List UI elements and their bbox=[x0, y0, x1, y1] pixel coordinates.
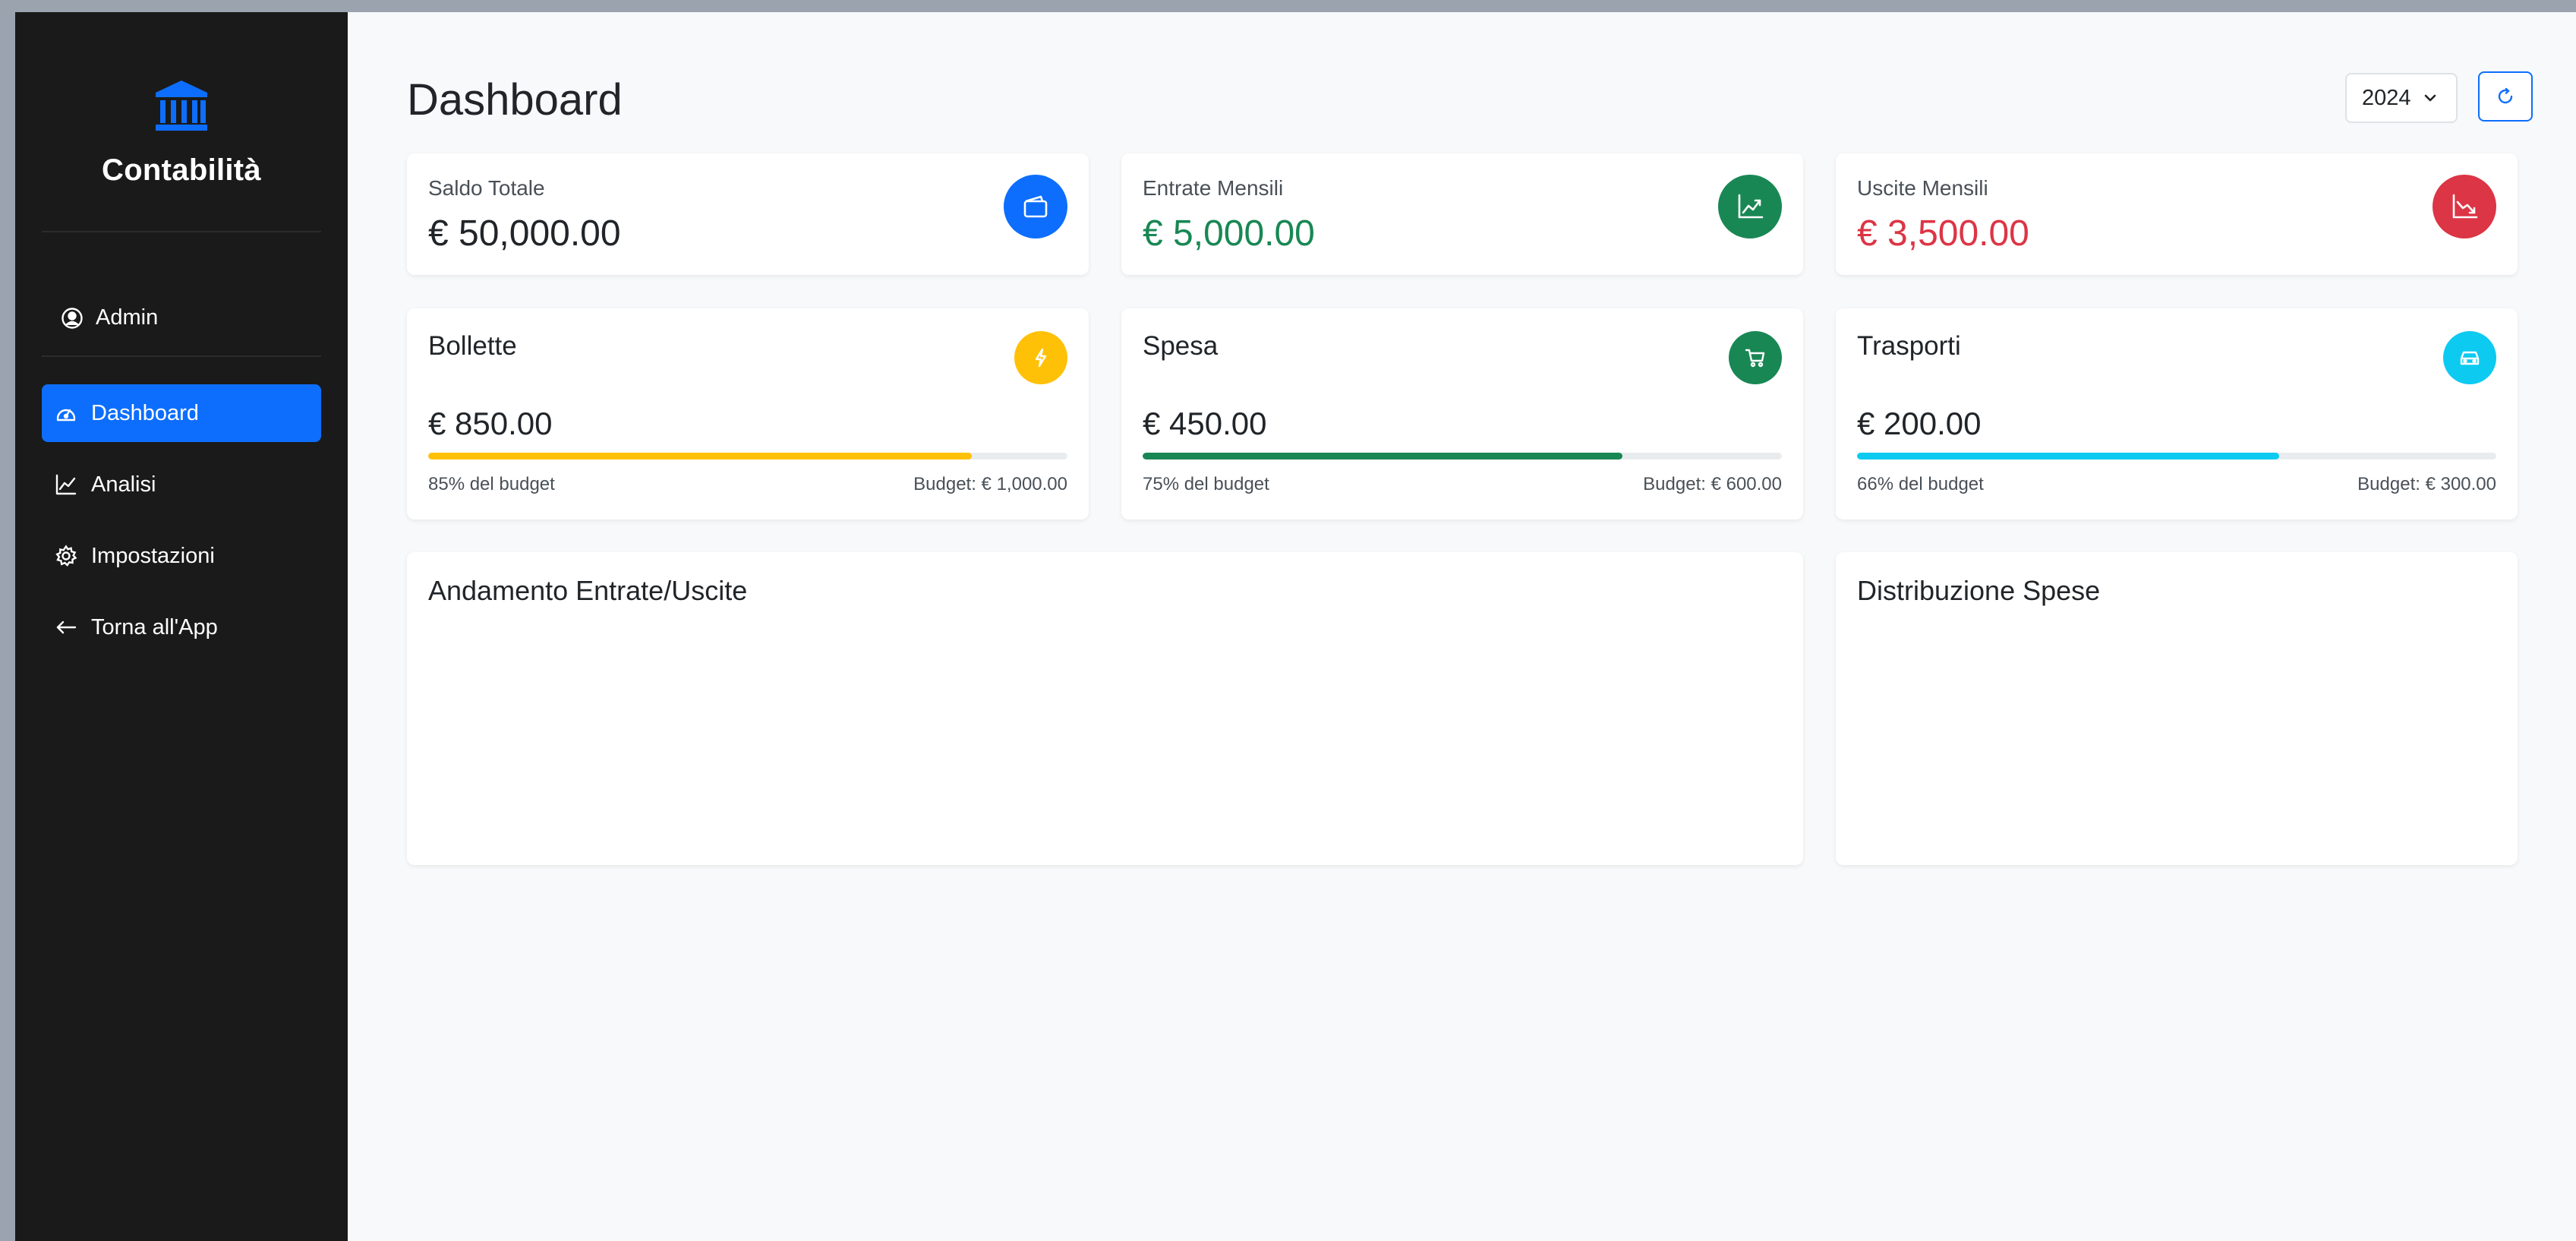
budget-title: Bollette bbox=[428, 331, 517, 361]
user-profile[interactable]: Admin bbox=[61, 305, 158, 330]
refresh-icon bbox=[2498, 87, 2513, 104]
trending-down-icon bbox=[2433, 175, 2496, 238]
budget-limit: Budget: € 600.00 bbox=[1643, 474, 1782, 494]
chart-card-distribution: Distribuzione Spese bbox=[1836, 552, 2518, 865]
sidebar-item-label: Dashboard bbox=[91, 400, 199, 425]
car-icon bbox=[2443, 331, 2496, 384]
refresh-button[interactable] bbox=[2478, 71, 2533, 122]
chart-card-trend: Andamento Entrate/Uscite bbox=[407, 552, 1803, 865]
budget-card-bollette: Bollette € 850.00 85% del budget Budget:… bbox=[407, 308, 1089, 519]
budget-progress bbox=[1857, 453, 2496, 459]
sidebar-item-dashboard[interactable]: Dashboard bbox=[42, 384, 321, 442]
budget-title: Spesa bbox=[1143, 331, 1219, 361]
budget-limit: Budget: € 1,000.00 bbox=[913, 474, 1067, 494]
budget-progress bbox=[428, 453, 1067, 459]
budget-progress-fill bbox=[1857, 453, 2279, 459]
sidebar-item-label: Torna all'App bbox=[91, 614, 218, 639]
budget-percent: 75% del budget bbox=[1143, 474, 1269, 494]
user-name: Admin bbox=[96, 305, 159, 330]
line-chart-icon bbox=[55, 474, 77, 495]
budget-amount: € 450.00 bbox=[1143, 406, 1267, 441]
stat-value: € 5,000.00 bbox=[1143, 213, 1315, 254]
sidebar-item-label: Analisi bbox=[91, 472, 156, 497]
budget-card-spesa: Spesa € 450.00 75% del budget Budget: € … bbox=[1121, 308, 1803, 519]
sidebar-item-impostazioni[interactable]: Impostazioni bbox=[42, 527, 321, 585]
budget-amount: € 850.00 bbox=[428, 406, 553, 441]
stat-label: Saldo Totale bbox=[428, 176, 545, 200]
year-select[interactable]: 2024 bbox=[2345, 73, 2458, 123]
brand: Contabilità bbox=[15, 77, 348, 188]
gear-icon bbox=[55, 545, 77, 567]
stat-label: Uscite Mensili bbox=[1857, 176, 1988, 200]
user-circle-icon bbox=[61, 307, 83, 329]
cart-icon bbox=[1729, 331, 1782, 384]
wallet-icon bbox=[1004, 175, 1067, 238]
budget-title: Trasporti bbox=[1857, 331, 1961, 361]
stat-card-uscite: Uscite Mensili € 3,500.00 bbox=[1836, 153, 2518, 275]
sidebar-item-torna-app[interactable]: Torna all'App bbox=[42, 598, 321, 656]
app-window: Contabilità Admin Dashboard Analisi Impo… bbox=[15, 12, 2576, 1241]
sidebar-divider bbox=[42, 231, 321, 232]
chevron-down-icon bbox=[2424, 94, 2436, 102]
budget-progress-fill bbox=[1143, 453, 1622, 459]
sidebar-item-analisi[interactable]: Analisi bbox=[42, 456, 321, 513]
budget-card-trasporti: Trasporti € 200.00 66% del budget Budget… bbox=[1836, 308, 2518, 519]
stat-value: € 3,500.00 bbox=[1857, 213, 2029, 254]
main-content: Dashboard 2024 Saldo Totale € 50,000.00 bbox=[348, 12, 2576, 1241]
sidebar: Contabilità Admin Dashboard Analisi Impo… bbox=[15, 12, 348, 1241]
stat-label: Entrate Mensili bbox=[1143, 176, 1284, 200]
trending-up-icon bbox=[1718, 175, 1782, 238]
lightning-icon bbox=[1014, 331, 1067, 384]
brand-title: Contabilità bbox=[102, 153, 261, 187]
budget-limit: Budget: € 300.00 bbox=[2357, 474, 2496, 494]
sidebar-nav: Dashboard Analisi Impostazioni Torna all… bbox=[42, 384, 321, 670]
stat-card-saldo: Saldo Totale € 50,000.00 bbox=[407, 153, 1089, 275]
stat-card-entrate: Entrate Mensili € 5,000.00 bbox=[1121, 153, 1803, 275]
budget-progress bbox=[1143, 453, 1782, 459]
page-title: Dashboard bbox=[407, 75, 623, 125]
year-select-value: 2024 bbox=[2362, 85, 2411, 110]
sidebar-divider bbox=[42, 355, 321, 357]
sidebar-item-label: Impostazioni bbox=[91, 543, 215, 568]
chart-title: Andamento Entrate/Uscite bbox=[428, 575, 748, 606]
budget-progress-fill bbox=[428, 453, 972, 459]
budget-amount: € 200.00 bbox=[1857, 406, 1982, 441]
chart-title: Distribuzione Spese bbox=[1857, 575, 2101, 606]
budget-percent: 66% del budget bbox=[1857, 474, 1984, 494]
speedometer-icon bbox=[56, 409, 76, 422]
arrow-left-icon bbox=[56, 620, 77, 634]
bank-icon bbox=[156, 81, 207, 131]
budget-percent: 85% del budget bbox=[428, 474, 555, 494]
stat-value: € 50,000.00 bbox=[428, 213, 621, 254]
